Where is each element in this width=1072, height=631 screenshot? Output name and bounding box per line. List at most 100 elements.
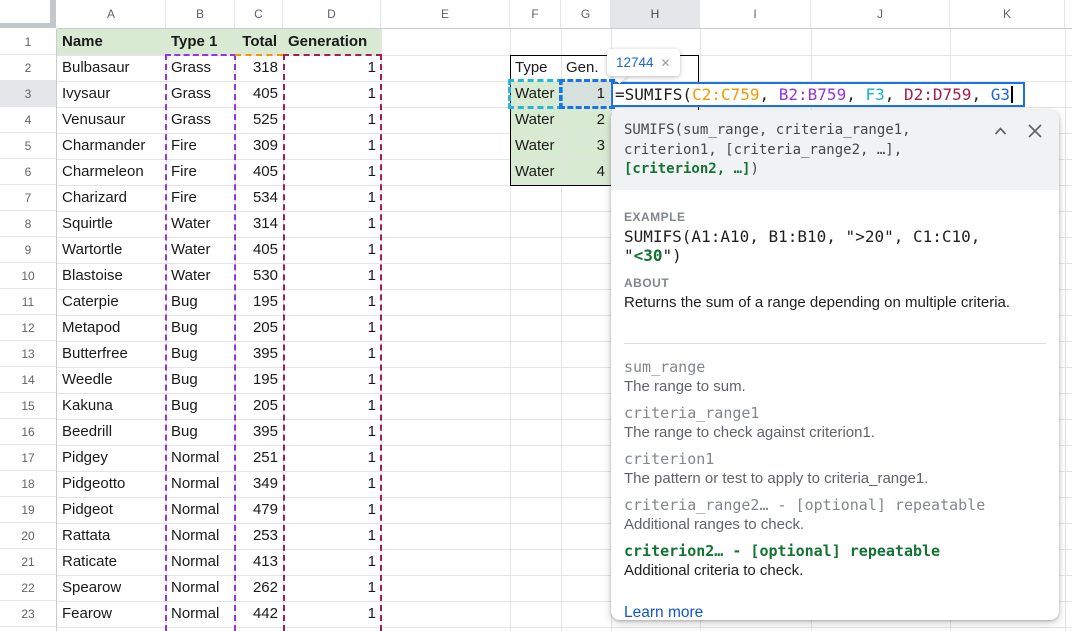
close-icon[interactable] bbox=[1027, 123, 1043, 139]
cell-A16[interactable]: Beedrill bbox=[57, 419, 166, 445]
cell-B5[interactable]: Fire bbox=[166, 133, 235, 159]
cell-G3[interactable]: 1 bbox=[561, 81, 611, 107]
cell-A21[interactable]: Raticate bbox=[57, 549, 166, 575]
column-header-D[interactable]: D bbox=[283, 0, 381, 28]
row-header-18[interactable]: 18 bbox=[0, 471, 56, 497]
cell-A22[interactable]: Spearow bbox=[57, 575, 166, 601]
cell-D16[interactable]: 1 bbox=[283, 419, 381, 445]
row-header-21[interactable]: 21 bbox=[0, 549, 56, 575]
row-header-17[interactable]: 17 bbox=[0, 445, 56, 471]
cell-A5[interactable]: Charmander bbox=[57, 133, 166, 159]
cell-B8[interactable]: Water bbox=[166, 211, 235, 237]
cell-A7[interactable]: Charizard bbox=[57, 185, 166, 211]
row-header-12[interactable]: 12 bbox=[0, 315, 56, 341]
column-header-K[interactable]: K bbox=[950, 0, 1065, 28]
column-header-C[interactable]: C bbox=[235, 0, 283, 28]
cell-B10[interactable]: Water bbox=[166, 263, 235, 289]
row-header-11[interactable]: 11 bbox=[0, 289, 56, 315]
cell-A14[interactable]: Weedle bbox=[57, 367, 166, 393]
cell-B9[interactable]: Water bbox=[166, 237, 235, 263]
cell-A15[interactable]: Kakuna bbox=[57, 393, 166, 419]
header-cell-C1[interactable]: Total bbox=[235, 29, 283, 55]
cell-A10[interactable]: Blastoise bbox=[57, 263, 166, 289]
cell-C20[interactable]: 253 bbox=[235, 523, 283, 549]
cell-D8[interactable]: 1 bbox=[283, 211, 381, 237]
cell-C21[interactable]: 413 bbox=[235, 549, 283, 575]
column-header-I[interactable]: I bbox=[700, 0, 811, 28]
cell-C18[interactable]: 349 bbox=[235, 471, 283, 497]
select-all-corner[interactable] bbox=[0, 0, 57, 29]
cell-C6[interactable]: 405 bbox=[235, 159, 283, 185]
cell-C8[interactable]: 314 bbox=[235, 211, 283, 237]
cell-C10[interactable]: 530 bbox=[235, 263, 283, 289]
cell-G6[interactable]: 4 bbox=[561, 159, 611, 185]
cell-G2[interactable]: Gen. bbox=[561, 55, 611, 81]
cell-G5[interactable]: 3 bbox=[561, 133, 611, 159]
row-header-5[interactable]: 5 bbox=[0, 133, 56, 159]
cell-C23[interactable]: 442 bbox=[235, 601, 283, 627]
row-header-13[interactable]: 13 bbox=[0, 341, 56, 367]
cell-D5[interactable]: 1 bbox=[283, 133, 381, 159]
cell-D17[interactable]: 1 bbox=[283, 445, 381, 471]
formula-edit-cell-H3[interactable]: =SUMIFS(C2:C759, B2:B759, F3, D2:D759, G… bbox=[611, 82, 1025, 107]
cell-D18[interactable]: 1 bbox=[283, 471, 381, 497]
row-header-9[interactable]: 9 bbox=[0, 237, 56, 263]
cell-C9[interactable]: 405 bbox=[235, 237, 283, 263]
row-header-7[interactable]: 7 bbox=[0, 185, 56, 211]
cell-D9[interactable]: 1 bbox=[283, 237, 381, 263]
cell-A18[interactable]: Pidgeotto bbox=[57, 471, 166, 497]
header-cell-A1[interactable]: Name bbox=[57, 29, 166, 55]
cell-D13[interactable]: 1 bbox=[283, 341, 381, 367]
cell-F2[interactable]: Type bbox=[510, 55, 561, 81]
column-header-H[interactable]: H bbox=[611, 0, 700, 28]
cell-B12[interactable]: Bug bbox=[166, 315, 235, 341]
cell-C2[interactable]: 318 bbox=[235, 55, 283, 81]
row-header-6[interactable]: 6 bbox=[0, 159, 56, 185]
cell-D22[interactable]: 1 bbox=[283, 575, 381, 601]
row-header-4[interactable]: 4 bbox=[0, 107, 56, 133]
cell-D21[interactable]: 1 bbox=[283, 549, 381, 575]
row-header-10[interactable]: 10 bbox=[0, 263, 56, 289]
cell-B20[interactable]: Normal bbox=[166, 523, 235, 549]
column-header-A[interactable]: A bbox=[57, 0, 166, 28]
row-header-23[interactable]: 23 bbox=[0, 601, 56, 627]
cell-B21[interactable]: Normal bbox=[166, 549, 235, 575]
cell-D19[interactable]: 1 bbox=[283, 497, 381, 523]
cell-F6[interactable]: Water bbox=[510, 159, 561, 185]
row-header-15[interactable]: 15 bbox=[0, 393, 56, 419]
cell-A19[interactable]: Pidgeot bbox=[57, 497, 166, 523]
cell-F5[interactable]: Water bbox=[510, 133, 561, 159]
cell-B14[interactable]: Bug bbox=[166, 367, 235, 393]
cell-B18[interactable]: Normal bbox=[166, 471, 235, 497]
column-header-F[interactable]: F bbox=[510, 0, 561, 28]
cell-C12[interactable]: 205 bbox=[235, 315, 283, 341]
column-header-E[interactable]: E bbox=[381, 0, 510, 28]
cell-B23[interactable]: Normal bbox=[166, 601, 235, 627]
cell-D7[interactable]: 1 bbox=[283, 185, 381, 211]
cell-B7[interactable]: Fire bbox=[166, 185, 235, 211]
cell-A9[interactable]: Wartortle bbox=[57, 237, 166, 263]
cell-D23[interactable]: 1 bbox=[283, 601, 381, 627]
cell-G4[interactable]: 2 bbox=[561, 107, 611, 133]
cell-B13[interactable]: Bug bbox=[166, 341, 235, 367]
cell-C19[interactable]: 479 bbox=[235, 497, 283, 523]
cell-C16[interactable]: 395 bbox=[235, 419, 283, 445]
header-cell-D1[interactable]: Generation bbox=[283, 29, 381, 55]
column-header-G[interactable]: G bbox=[561, 0, 611, 28]
cell-D3[interactable]: 1 bbox=[283, 81, 381, 107]
cell-C11[interactable]: 195 bbox=[235, 289, 283, 315]
cell-B2[interactable]: Grass bbox=[166, 55, 235, 81]
row-header-1[interactable]: 1 bbox=[0, 29, 56, 55]
cell-B4[interactable]: Grass bbox=[166, 107, 235, 133]
row-header-3[interactable]: 3 bbox=[0, 81, 56, 107]
cell-B3[interactable]: Grass bbox=[166, 81, 235, 107]
row-header-8[interactable]: 8 bbox=[0, 211, 56, 237]
cell-F3[interactable]: Water bbox=[510, 81, 561, 107]
cell-F4[interactable]: Water bbox=[510, 107, 561, 133]
row-header-19[interactable]: 19 bbox=[0, 497, 56, 523]
header-cell-B1[interactable]: Type 1 bbox=[166, 29, 235, 55]
cell-D4[interactable]: 1 bbox=[283, 107, 381, 133]
cell-C22[interactable]: 262 bbox=[235, 575, 283, 601]
cell-B6[interactable]: Fire bbox=[166, 159, 235, 185]
row-header-14[interactable]: 14 bbox=[0, 367, 56, 393]
